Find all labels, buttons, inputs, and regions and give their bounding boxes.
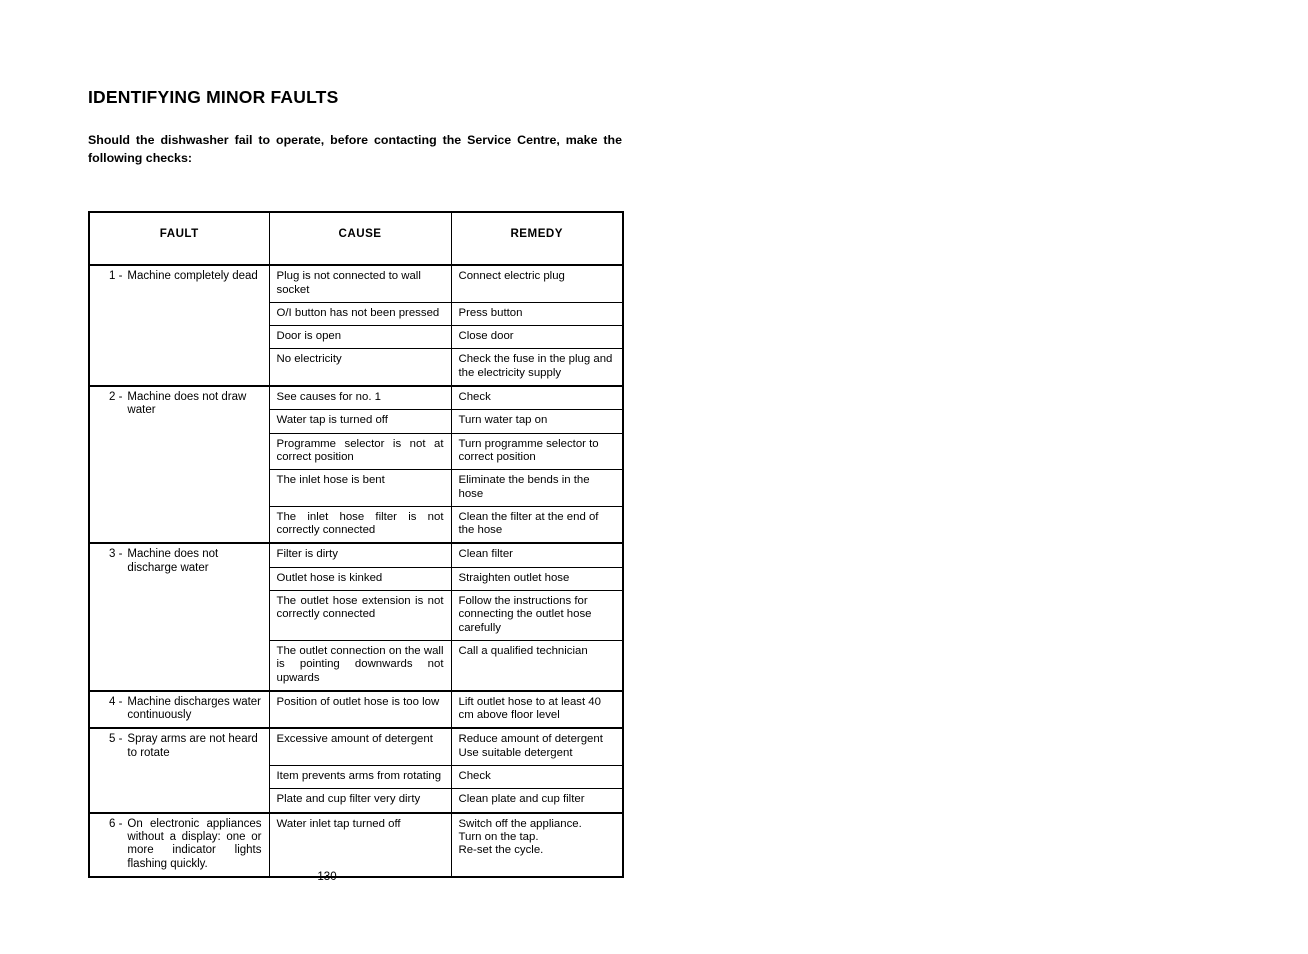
- fault-label: Machine does not draw water: [127, 391, 247, 417]
- cause-cell: The inlet hose filter is not correctly c…: [268, 505, 452, 544]
- fault-cell: 4 - Machine discharges water continuously: [88, 689, 270, 729]
- fault-number: 2 -: [109, 391, 123, 404]
- remedy-cell: Turn programme selector to correct posit…: [450, 432, 624, 471]
- column-header-fault: FAULT: [88, 211, 270, 267]
- cause-cell: Water tap is turned off: [268, 409, 452, 434]
- fault-cell: 6 - On electronic appliances without a di…: [88, 811, 270, 878]
- page-number-left: 130: [317, 871, 337, 883]
- fault-label: Spray arms are not heard to rotate: [127, 733, 258, 759]
- left-page: IDENTIFYING MINOR FAULTS Should the dish…: [0, 0, 654, 954]
- remedy-cell: Clean plate and cup filter: [450, 788, 624, 814]
- fault-cell: 3 - Machine does not discharge water: [88, 542, 270, 692]
- cause-cell: Outlet hose is kinked: [268, 566, 452, 592]
- cause-cell: Position of outlet hose is too low: [268, 689, 452, 729]
- cause-cell: Door is open: [268, 325, 452, 350]
- remedy-cell: Turn water tap on: [450, 409, 624, 434]
- remedy-cell: Close door: [450, 325, 624, 350]
- cause-cell: The outlet connection on the wall is poi…: [268, 639, 452, 692]
- cause-cell: The outlet hose extension is not correct…: [268, 590, 452, 641]
- cause-cell: Item prevents arms from rotating: [268, 765, 452, 790]
- table-row: 1 - Machine completely dead Plug is not co…: [88, 264, 624, 387]
- remedy-cell: Straighten outlet hose: [450, 566, 624, 592]
- fault-number: 1 -: [109, 270, 123, 283]
- fault-cell: 5 - Spray arms are not heard to rotate: [88, 727, 270, 814]
- table-row: 2 - Machine does not draw water See causes…: [88, 385, 624, 544]
- remedy-cell: Press button: [450, 301, 624, 327]
- column-header-remedy: REMEDY: [450, 211, 624, 267]
- cause-cell: Programme selector is not at correct pos…: [268, 432, 452, 471]
- remedy-cell: Follow the instructions for connecting t…: [450, 590, 624, 641]
- fault-cell: 1 - Machine completely dead: [88, 264, 270, 387]
- page-title: IDENTIFYING MINOR FAULTS: [88, 87, 339, 107]
- cause-cell: Plate and cup filter very dirty: [268, 788, 452, 814]
- remedy-cell: Lift outlet hose to at least 40 cm above…: [450, 689, 624, 729]
- fault-cell: 2 - Machine does not draw water: [88, 385, 270, 544]
- fault-label: Machine discharges water continuously: [127, 695, 262, 722]
- fault-label: Machine does not discharge water: [127, 548, 219, 574]
- remedy-cell: Call a qualified technician: [450, 639, 624, 692]
- fault-number: 6 -: [109, 817, 123, 830]
- table-row: 5 - Spray arms are not heard to rotate Exc…: [88, 727, 624, 814]
- fault-number: 5 -: [109, 733, 123, 746]
- cause-cell: Filter is dirty: [268, 542, 452, 568]
- remedy-cell: Check: [450, 765, 624, 790]
- cause-cell: Excessive amount of detergent: [268, 727, 452, 767]
- right-page: FAULTCAUSEREMEDY7 -Load of dishes is onl…: [654, 0, 1308, 954]
- remedy-cell: Connect electric plug: [450, 264, 624, 303]
- fault-table-left: FAULT CAUSE REMEDY 1 - Machine completely de…: [88, 211, 624, 878]
- remedy-cell: Check: [450, 385, 624, 411]
- fault-number: 3 -: [109, 548, 123, 561]
- remedy-cell: Eliminate the bends in the hose: [450, 469, 624, 507]
- fault-label: Machine completely dead: [127, 270, 258, 283]
- cause-cell: Plug is not connected to wall socket: [268, 264, 452, 303]
- cause-cell: Water inlet tap turned off: [268, 811, 452, 878]
- table-row: 6 - On electronic appliances without a di…: [88, 811, 624, 878]
- remedy-cell: Reduce amount of detergent Use suitable d…: [450, 727, 624, 767]
- remedy-cell: Switch off the appliance. Turn on the tap…: [450, 811, 624, 878]
- table-row: 4 - Machine discharges water continuously…: [88, 689, 624, 729]
- remedy-cell: Check the fuse in the plug and the elect…: [450, 348, 624, 387]
- cause-cell: O/I button has not been pressed: [268, 301, 452, 327]
- cause-cell: The inlet hose is bent: [268, 469, 452, 507]
- cause-cell: No electricity: [268, 348, 452, 387]
- remedy-cell: Clean filter: [450, 542, 624, 568]
- fault-label: On electronic appliances without a displ…: [127, 817, 262, 870]
- intro-paragraph: Should the dishwasher fail to operate, b…: [88, 133, 622, 165]
- fault-number: 4 -: [109, 695, 123, 708]
- remedy-cell: Clean the filter at the end of the hose: [450, 505, 624, 544]
- column-header-cause: CAUSE: [268, 211, 452, 267]
- table-header-row: FAULT CAUSE REMEDY: [88, 211, 624, 267]
- cause-cell: See causes for no. 1: [268, 385, 452, 411]
- table-row: 3 - Machine does not discharge water Filte…: [88, 542, 624, 692]
